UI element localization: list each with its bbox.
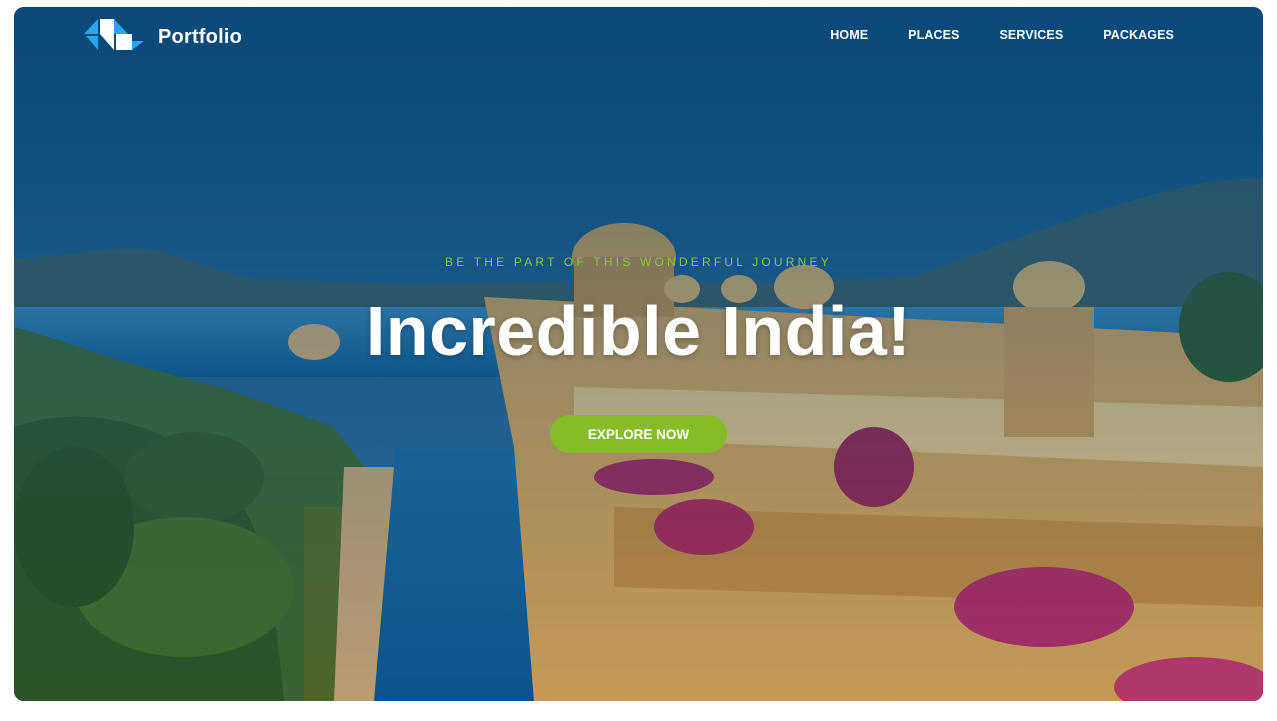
brand-name: Portfolio bbox=[158, 25, 243, 48]
nav-places-link[interactable]: PLACES bbox=[908, 28, 959, 42]
nav-packages-link[interactable]: PACKAGES bbox=[1103, 28, 1174, 42]
hero-title: Incredible India! bbox=[365, 292, 912, 370]
brand[interactable]: Portfolio bbox=[84, 19, 242, 55]
brand-logo-icon bbox=[84, 19, 144, 55]
explore-now-button[interactable]: EXPLORE NOW bbox=[550, 415, 727, 453]
nav-home-link[interactable]: HOME bbox=[830, 28, 868, 42]
hero-section: Portfolio HOME PLACES SERVICES PACKAGES … bbox=[14, 7, 1263, 701]
nav-services-link[interactable]: SERVICES bbox=[999, 28, 1063, 42]
main-nav: HOME PLACES SERVICES PACKAGES bbox=[830, 28, 1174, 42]
hero-tagline: BE THE PART OF THIS WONDERFUL JOURNEY bbox=[445, 255, 832, 269]
